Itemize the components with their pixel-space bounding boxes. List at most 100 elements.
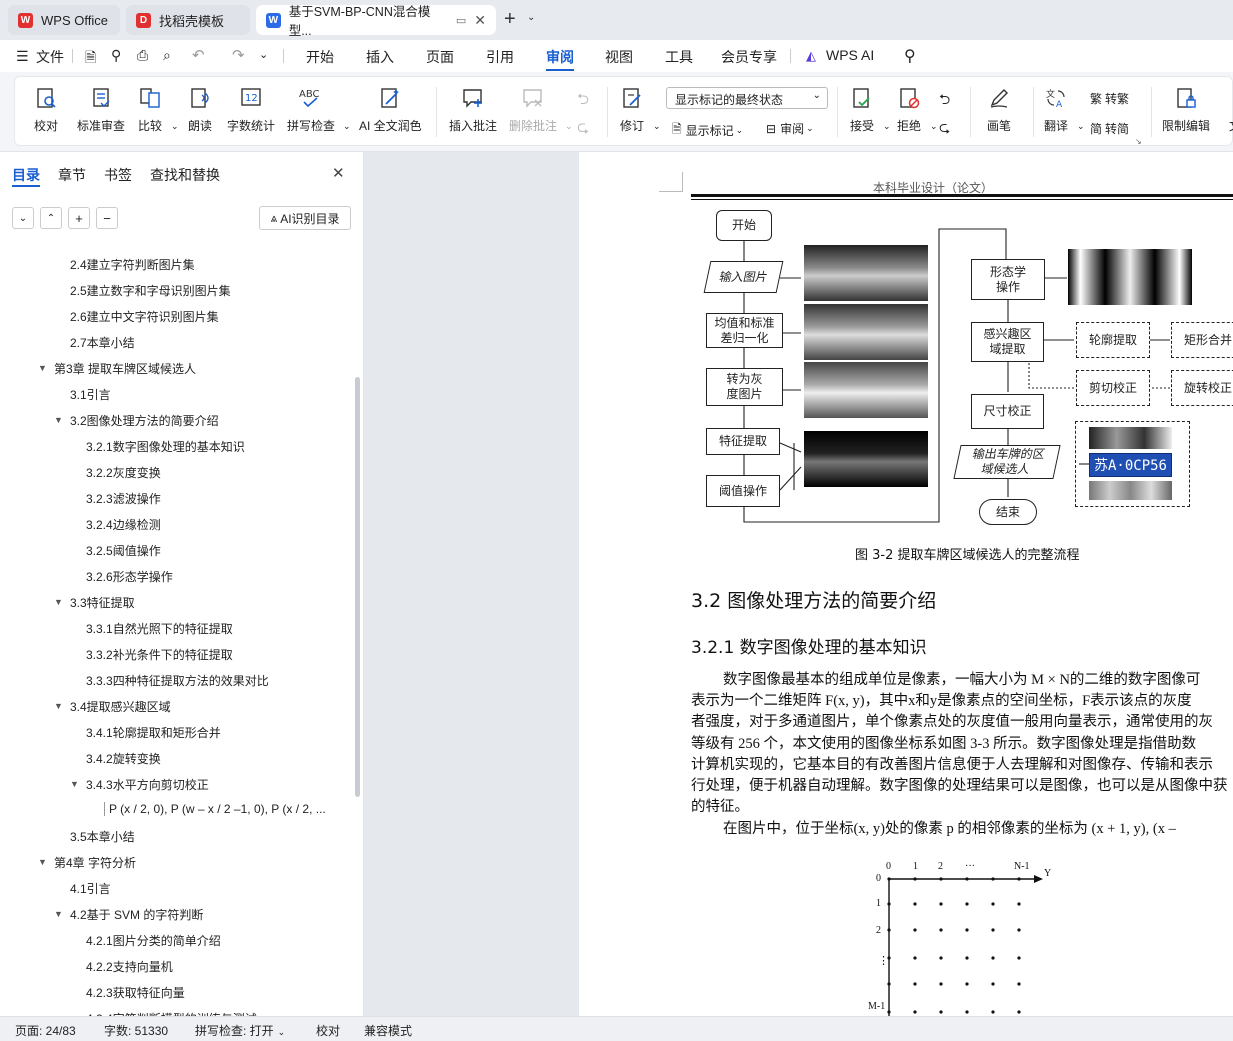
restrict-edit-button[interactable]: 限制编辑 [1162,85,1210,134]
tab-wps-office[interactable]: W WPS Office [8,5,120,35]
menu-view[interactable]: 视图 [605,47,633,67]
nav-tab-sections[interactable]: 章节 [58,165,86,185]
menu-page[interactable]: 页面 [426,47,454,67]
proofread-button[interactable]: 校对 [33,85,59,134]
toc-item[interactable]: 3.4.2旋转变换 [0,750,350,770]
toc-item[interactable]: 3.3.3四种特征提取方法的效果对比 [0,672,350,692]
expand-arrow-icon[interactable]: ▼ [54,701,63,711]
toc-item[interactable]: 3.3.2补光条件下的特征提取 [0,646,350,666]
toc-item[interactable]: ▼ 第4章 字符分析 [0,854,350,874]
pen-button[interactable]: 画笔 [986,85,1012,134]
proof-status[interactable]: 校对 [316,1022,340,1039]
text-tools-button[interactable]: 文 [1222,85,1233,134]
remove-heading-button[interactable]: − [96,207,118,229]
print-icon[interactable]: ⎙ [137,47,148,64]
previous-comment-icon[interactable]: ⮌ [577,89,589,114]
screen-icon[interactable]: ▭ [456,14,466,27]
toc-scrollbar[interactable] [355,377,360,797]
reject-button[interactable]: 拒绝 ⌄ [896,85,938,134]
print-preview-icon[interactable]: ⌕ [163,47,171,64]
collapse-all-button[interactable]: ⌄ [12,207,34,229]
toc-item[interactable]: 3.2.4边缘检测 [0,516,350,536]
toc-item[interactable]: 2.4建立字符判断图片集 [0,256,350,276]
to-simplified-button[interactable]: 简转简 [1090,120,1129,137]
toc-item[interactable]: 3.2.3滤波操作 [0,490,350,510]
toc-item[interactable]: 3.1引言 [0,386,350,406]
toc-item[interactable]: 4.2.2支持向量机 [0,958,350,978]
toc-item[interactable]: ▼ 3.4.3水平方向剪切校正 [0,776,350,796]
menu-wps-ai[interactable]: WPS AI [826,47,874,63]
track-changes-button[interactable]: 修订 ⌄ [619,85,661,134]
toc-item[interactable]: 3.2.5阈值操作 [0,542,350,562]
spell-check-status[interactable]: 拼写检查: 打开 ⌄ [195,1022,285,1039]
toc-item[interactable]: ▼ 3.4提取感兴趣区域 [0,698,350,718]
toc-item[interactable]: 2.7本章小结 [0,334,350,354]
toc-item[interactable]: 2.6建立中文字符识别图片集 [0,308,350,328]
menu-tools[interactable]: 工具 [665,47,693,67]
new-tab-icon[interactable]: + [504,8,516,31]
chevron-down-icon[interactable]: ⌄ [527,12,535,23]
menu-references[interactable]: 引用 [486,47,514,67]
insert-comment-button[interactable]: 插入批注 [449,85,497,134]
toc-item[interactable]: 4.2.3获取特征向量 [0,984,350,1004]
toc-item[interactable]: 3.3.1自然光照下的特征提取 [0,620,350,640]
expand-arrow-icon[interactable]: ▼ [38,363,47,373]
tab-document[interactable]: W 基于SVM-BP-CNN混合模型... ▭ ✕ [256,5,496,38]
next-comment-icon[interactable]: ⮎ [577,117,589,142]
more-icon[interactable]: ⌄ [259,48,268,61]
toc-item[interactable]: 3.2.6形态学操作 [0,568,350,588]
expand-arrow-icon[interactable]: ▼ [70,779,79,789]
close-pane-icon[interactable]: ✕ [332,164,345,182]
redo-icon[interactable]: ↷ [232,46,245,64]
expand-arrow-icon[interactable]: ▼ [54,597,63,607]
menu-file[interactable]: 文件 [36,47,64,67]
markup-dropdown[interactable]: 显示标记的最终状态 ⌄ [666,87,828,109]
toc-item[interactable]: 4.2.1图片分类的简单介绍 [0,932,350,952]
hamburger-icon[interactable]: ☰ [16,48,29,65]
nav-tab-find-replace[interactable]: 查找和替换 [150,165,220,185]
expand-arrow-icon[interactable]: ▼ [38,857,47,867]
standard-review-button[interactable]: 标准审查 [77,85,125,134]
ribbon-expand-icon[interactable]: ↘ [1135,137,1142,146]
undo-icon[interactable]: ↶ [192,46,205,64]
word-count-button[interactable]: 12 字数统计 [227,85,275,134]
review-pane-button[interactable]: ⊟ 审阅 ⌄ [766,120,814,137]
read-aloud-button[interactable]: 朗读 [187,85,213,134]
ai-polish-button[interactable]: AI 全文润色 [359,85,422,134]
spell-check-button[interactable]: ABC 拼写检查 ⌄ [287,85,351,134]
to-traditional-button[interactable]: 繁转繁 [1090,90,1129,107]
toc-item[interactable]: P (x / 2, 0), P (w – x / 2 –1, 0), P (x … [0,802,350,822]
save-icon[interactable]: 🗎 [85,47,96,71]
toc-item[interactable]: ▼ 3.2图像处理方法的简要介绍 [0,412,350,432]
add-heading-button[interactable]: + [68,207,90,229]
expand-arrow-icon[interactable]: ▼ [54,909,63,919]
toc-item[interactable]: 3.5本章小结 [0,828,350,848]
toc-item[interactable]: 3.2.2灰度变换 [0,464,350,484]
word-count[interactable]: 字数: 51330 [104,1022,168,1039]
delete-comment-button[interactable]: 删除批注 ⌄ [509,85,573,134]
search-icon[interactable]: ⚲ [904,46,916,66]
page-indicator[interactable]: 页面: 24/83 [15,1022,76,1039]
expand-up-button[interactable]: ⌃ [40,207,62,229]
menu-review[interactable]: 审阅 [546,47,574,67]
tab-docer-templates[interactable]: D 找稻壳模板 [126,5,250,35]
menu-home[interactable]: 开始 [306,47,334,67]
translate-button[interactable]: 文A 翻译 ⌄ [1043,85,1085,134]
expand-arrow-icon[interactable]: ▼ [54,415,63,425]
menu-membership[interactable]: 会员专享 [721,47,777,67]
nav-tab-bookmarks[interactable]: 书签 [104,165,132,185]
compare-button[interactable]: 比较 ⌄ [137,85,179,134]
compat-mode[interactable]: 兼容模式 [364,1022,412,1039]
toc-item[interactable]: ▼ 4.2基于 SVM 的字符判断 [0,906,350,926]
ai-toc-button[interactable]: ⩓ AI识别目录 [259,206,351,230]
share-icon[interactable]: ⚲ [111,47,121,64]
accept-button[interactable]: 接受 ⌄ [849,85,891,134]
show-markup-button[interactable]: 🗎 显示标记 ⌄ [672,120,743,141]
close-tab-icon[interactable]: ✕ [474,12,486,29]
toc-item[interactable]: ▼ 第3章 提取车牌区域候选人 [0,360,350,380]
toc-item[interactable]: 2.5建立数字和字母识别图片集 [0,282,350,302]
previous-change-icon[interactable]: ⮌ [939,89,950,113]
nav-tab-toc[interactable]: 目录 [12,165,40,185]
toc-item[interactable]: ▼ 3.3特征提取 [0,594,350,614]
toc-item[interactable]: 4.1引言 [0,880,350,900]
